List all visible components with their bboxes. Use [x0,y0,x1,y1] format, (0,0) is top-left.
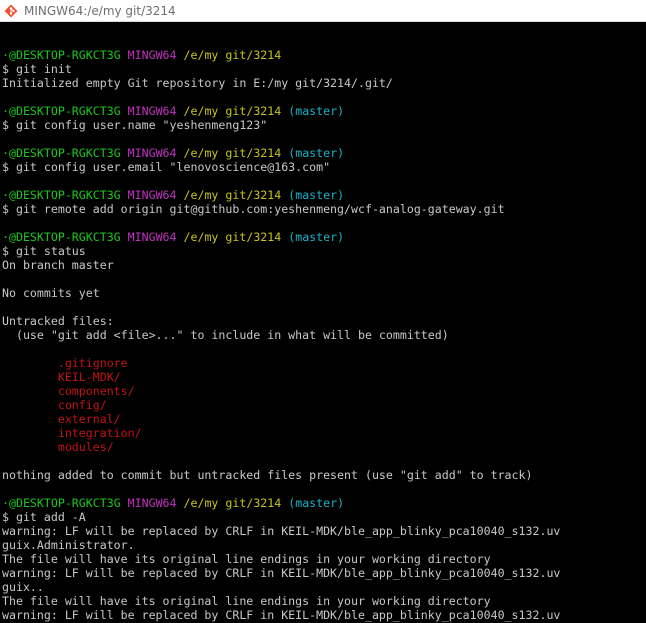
untracked-file: external/ [2,412,646,426]
title-bar: MINGW64:/e/my git/3214 [0,0,646,22]
output-line: No commits yet [2,286,646,300]
output-text: nothing added to commit but untracked fi… [2,468,533,482]
command-text: $ git config user.name "yeshenmeng123" [2,118,268,132]
untracked-file: modules/ [2,440,646,454]
command-line: $ git init [2,62,646,76]
window-title: MINGW64:/e/my git/3214 [24,3,176,18]
prompt-branch: (master) [288,188,345,202]
prompt-msystem: MINGW64 [127,48,177,62]
output-text: warning: LF will be replaced by CRLF in … [2,608,561,622]
prompt-msystem: MINGW64 [127,188,177,202]
prompt-user-host: ·@DESKTOP-RGKCT3G [2,230,121,244]
prompt-line: ·@DESKTOP-RGKCT3G MINGW64 /e/my git/3214… [2,146,646,160]
output-line: warning: LF will be replaced by CRLF in … [2,524,646,538]
prompt-cwd: /e/my git/3214 [183,48,282,62]
output-text: The file will have its original line end… [2,594,491,608]
untracked-file: config/ [2,398,646,412]
prompt-line: ·@DESKTOP-RGKCT3G MINGW64 /e/my git/3214… [2,230,646,244]
output-text: Untracked files: [2,314,114,328]
terminal-output[interactable]: ·@DESKTOP-RGKCT3G MINGW64 /e/my git/3214… [0,22,646,623]
output-text: warning: LF will be replaced by CRLF in … [2,566,561,580]
prompt-msystem: MINGW64 [127,496,177,510]
command-line: $ git config user.email "lenovoscience@1… [2,160,646,174]
untracked-file: .gitignore [2,356,646,370]
untracked-file-name: components/ [2,384,135,398]
output-line: nothing added to commit but untracked fi… [2,468,646,482]
command-text: $ git config user.email "lenovoscience@1… [2,160,331,174]
output-line: warning: LF will be replaced by CRLF in … [2,566,646,580]
untracked-file: components/ [2,384,646,398]
prompt-line: ·@DESKTOP-RGKCT3G MINGW64 /e/my git/3214… [2,104,646,118]
prompt-cwd: /e/my git/3214 [183,230,282,244]
untracked-file-name: config/ [2,398,107,412]
prompt-msystem: MINGW64 [127,230,177,244]
untracked-file: integration/ [2,426,646,440]
command-line: $ git remote add origin git@github.com:y… [2,202,646,216]
untracked-file: KEIL-MDK/ [2,370,646,384]
prompt-branch: (master) [288,496,345,510]
prompt-line: ·@DESKTOP-RGKCT3G MINGW64 /e/my git/3214… [2,496,646,510]
output-text: No commits yet [2,286,100,300]
prompt-cwd: /e/my git/3214 [183,188,282,202]
command-text: $ git status [2,244,86,258]
prompt-user-host: ·@DESKTOP-RGKCT3G [2,48,121,62]
output-text: The file will have its original line end… [2,552,491,566]
output-line: Initialized empty Git repository in E:/m… [2,76,646,90]
prompt-branch: (master) [288,230,345,244]
output-line: guix.Administrator. [2,538,646,552]
output-text: (use "git add <file>..." to include in w… [2,328,449,342]
output-line: warning: LF will be replaced by CRLF in … [2,608,646,622]
untracked-file-name: .gitignore [2,356,128,370]
command-text: $ git add -A [2,510,86,524]
prompt-branch: (master) [288,104,345,118]
output-line: The file will have its original line end… [2,594,646,608]
output-text: guix.Administrator. [2,538,135,552]
output-text: guix.. [2,580,44,594]
output-line: (use "git add <file>..." to include in w… [2,328,646,342]
untracked-file-name: external/ [2,412,121,426]
prompt-cwd: /e/my git/3214 [183,496,282,510]
untracked-file-name: modules/ [2,440,114,454]
prompt-branch: (master) [288,146,345,160]
prompt-cwd: /e/my git/3214 [183,104,282,118]
prompt-user-host: ·@DESKTOP-RGKCT3G [2,104,121,118]
command-line: $ git status [2,244,646,258]
prompt-msystem: MINGW64 [127,104,177,118]
untracked-file-name: integration/ [2,426,142,440]
output-line: guix.. [2,580,646,594]
output-line: On branch master [2,258,646,272]
command-text: $ git init [2,62,72,76]
prompt-user-host: ·@DESKTOP-RGKCT3G [2,496,121,510]
prompt-cwd: /e/my git/3214 [183,146,282,160]
prompt-line: ·@DESKTOP-RGKCT3G MINGW64 /e/my git/3214 [2,48,646,62]
output-text: On branch master [2,258,114,272]
command-line: $ git add -A [2,510,646,524]
output-text: warning: LF will be replaced by CRLF in … [2,524,561,538]
prompt-user-host: ·@DESKTOP-RGKCT3G [2,188,121,202]
prompt-line: ·@DESKTOP-RGKCT3G MINGW64 /e/my git/3214… [2,188,646,202]
command-line: $ git config user.name "yeshenmeng123" [2,118,646,132]
output-text: Initialized empty Git repository in E:/m… [2,76,393,90]
prompt-msystem: MINGW64 [127,146,177,160]
command-text: $ git remote add origin git@github.com:y… [2,202,505,216]
git-bash-icon [4,4,18,17]
output-line: The file will have its original line end… [2,552,646,566]
output-line: Untracked files: [2,314,646,328]
prompt-user-host: ·@DESKTOP-RGKCT3G [2,146,121,160]
untracked-file-name: KEIL-MDK/ [2,370,121,384]
